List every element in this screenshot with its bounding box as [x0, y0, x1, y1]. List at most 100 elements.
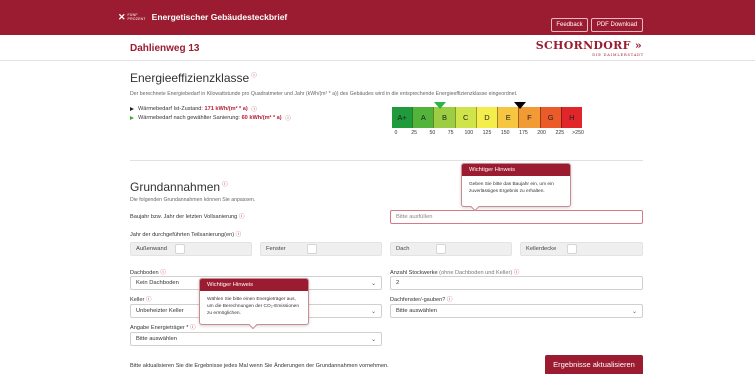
fuenf-prozent-logo: ✕ FÜNF PROZENT [118, 12, 146, 23]
efficiency-class-a-plus: A+ [392, 107, 413, 128]
city-tagline: DIE DAIMLERSTADT [592, 53, 644, 57]
scale-tick-label: 225 [555, 130, 565, 136]
efficiency-class-g: G [539, 107, 561, 128]
triangle-green-icon [130, 116, 134, 120]
energietraeger-value: Bitte auswählen [136, 336, 177, 342]
dachboden-label: Dachboden ⓘ [130, 268, 166, 276]
scale-tick-label: 25 [411, 130, 418, 136]
energietraeger-select[interactable]: Bitte auswählen ⌄ [130, 332, 382, 346]
tooltip-title: Wichtiger Hinweis [462, 164, 570, 176]
update-note: Bitte aktualisieren Sie die Ergebnisse j… [130, 363, 389, 369]
tooltip-body: Geben Sie bitte das Baujahr ein, um ein … [469, 182, 554, 194]
stockwerke-input[interactable]: 2 [390, 276, 643, 290]
scale-tick-label: 125 [482, 130, 492, 136]
baujahr-hint-tooltip: Wichtiger Hinweis Geben Sie bitte das Ba… [461, 163, 571, 212]
efficiency-title: Energieeffizienzklasse ⓘ [130, 71, 257, 85]
chevron-down-icon: ⌄ [370, 309, 376, 315]
assumptions-title: Grundannahmen ⓘ [130, 180, 228, 194]
efficiency-class-e: E [497, 107, 519, 128]
efficiency-title-text: Energieeffizienzklasse [130, 71, 250, 85]
section-divider [130, 160, 643, 161]
chevron-down-icon: ⌄ [370, 281, 376, 287]
gauben-label-text: Dachfenster/-gauben? [390, 297, 446, 303]
info-icon[interactable]: ⓘ [190, 325, 196, 331]
info-icon[interactable]: ⓘ [239, 214, 245, 220]
street-address: Dahlienweg 13 [130, 43, 200, 54]
keller-value: Unbeheizter Keller [136, 308, 184, 314]
toggle-label: Dach [396, 246, 410, 252]
checkbox[interactable] [436, 244, 446, 254]
info-icon[interactable]: ⓘ [222, 182, 228, 188]
checkbox[interactable] [567, 244, 577, 254]
scale-tick-label: 200 [537, 130, 546, 136]
tooltip-body: Wählen Sie bitte einen Energieträger aus… [207, 297, 299, 316]
pdf-download-button[interactable]: PDF Download [591, 18, 643, 32]
triangle-black-icon [130, 107, 134, 111]
logo-mark-icon: ✕ [118, 11, 126, 22]
renovated-demand-row: Wärmebedarf nach gewählter Sanierung: 60… [130, 114, 291, 122]
assumptions-description: Die folgenden Grundannahmen können Sie a… [130, 197, 256, 203]
toggle-label: Außenwand [136, 246, 167, 252]
scale-tick-label: 50 [429, 130, 436, 136]
teilsanierung-label: Jahr der durchgeführten Teilsanierung(en… [130, 230, 241, 238]
toggle-kellerdecke[interactable]: Kellerdecke [520, 242, 643, 256]
keller-label-text: Keller [130, 297, 145, 303]
logo-line2: PROZENT [127, 17, 146, 21]
gauben-label: Dachfenster/-gauben? ⓘ [390, 295, 453, 303]
assumptions-title-text: Grundannahmen [130, 180, 221, 194]
renovated-demand-value: 60 kWh/(m² * a) [241, 115, 282, 121]
info-icon[interactable]: ⓘ [236, 232, 242, 238]
toggle-label: Kellerdecke [526, 246, 557, 252]
scale-ticks: 0 25 50 75 100 125 150 175 200 225 >250 [392, 130, 592, 138]
info-icon[interactable]: ⓘ [285, 114, 291, 122]
energietraeger-label: Angabe Energieträger * ⓘ [130, 323, 196, 331]
tooltip-title: Wichtiger Hinweis [200, 279, 308, 291]
scale-tick-label: 0 [394, 130, 398, 136]
energietraeger-label-text: Angabe Energieträger * [130, 325, 189, 331]
efficiency-class-h: H [560, 107, 582, 128]
efficiency-class-c: C [454, 107, 476, 128]
gauben-value: Bitte auswählen [396, 308, 437, 314]
renovated-demand-label: Wärmebedarf nach gewählter Sanierung: [138, 115, 240, 121]
feedback-button[interactable]: Feedback [551, 18, 588, 32]
renovated-marker-icon [433, 102, 446, 109]
toggle-aussenwand[interactable]: Außenwand [130, 242, 252, 256]
city-logo: SCHORNDORF » [535, 39, 642, 52]
current-demand-row: Wärmebedarf Ist-Zustand: 171 kWh/(m² * a… [130, 105, 257, 113]
toggle-fenster[interactable]: Fenster [260, 242, 382, 256]
efficiency-description: Der berechnete Energiebedarf in Kilowatt… [130, 91, 518, 97]
current-marker-icon [514, 102, 527, 109]
checkbox[interactable] [307, 244, 317, 254]
scale-tick-label: 75 [447, 130, 454, 136]
toggle-label: Fenster [266, 246, 286, 252]
brand[interactable]: ✕ FÜNF PROZENT Energetischer Gebäudestec… [118, 9, 287, 25]
efficiency-class-b: B [433, 107, 455, 128]
efficiency-class-a: A [412, 107, 434, 128]
scale-tick-label: >250 [572, 130, 584, 136]
current-demand-value: 171 kWh/(m² * a) [204, 106, 248, 112]
info-icon[interactable]: ⓘ [251, 105, 257, 113]
app-title: Energetischer Gebäudesteckbrief [151, 12, 288, 22]
stockwerke-label: Anzahl Stockwerke (ohne Dachboden und Ke… [390, 268, 519, 276]
chevron-down-icon: ⌄ [370, 337, 376, 343]
dachboden-value: Kein Dachboden [136, 280, 179, 286]
chevron-down-icon: ⌄ [631, 309, 637, 315]
energietraeger-hint-tooltip: Wichtiger Hinweis Wählen Sie bitte einen… [199, 278, 309, 330]
baujahr-label: Baujahr bzw. Jahr der letzten Vollsanier… [130, 212, 244, 220]
keller-label: Keller ⓘ [130, 295, 151, 303]
tooltip-arrow [248, 320, 258, 330]
scale-tick-label: 150 [500, 130, 510, 136]
scale-tick-label: 100 [464, 130, 474, 136]
update-results-button[interactable]: Ergebnisse aktualisieren [545, 355, 643, 374]
teilsanierung-label-text: Jahr der durchgeführten Teilsanierung(en… [130, 232, 235, 238]
info-icon[interactable]: ⓘ [146, 297, 152, 303]
checkbox[interactable] [175, 244, 185, 254]
gauben-select[interactable]: Bitte auswählen ⌄ [390, 304, 643, 318]
info-icon[interactable]: ⓘ [447, 297, 453, 303]
baujahr-label-text: Baujahr bzw. Jahr der letzten Vollsanier… [130, 214, 238, 220]
efficiency-class-d: D [475, 107, 498, 128]
efficiency-class-f: F [518, 107, 540, 128]
toggle-dach[interactable]: Dach [390, 242, 512, 256]
info-icon[interactable]: ⓘ [251, 73, 257, 79]
baujahr-input[interactable]: Bitte ausfüllen [390, 210, 643, 224]
